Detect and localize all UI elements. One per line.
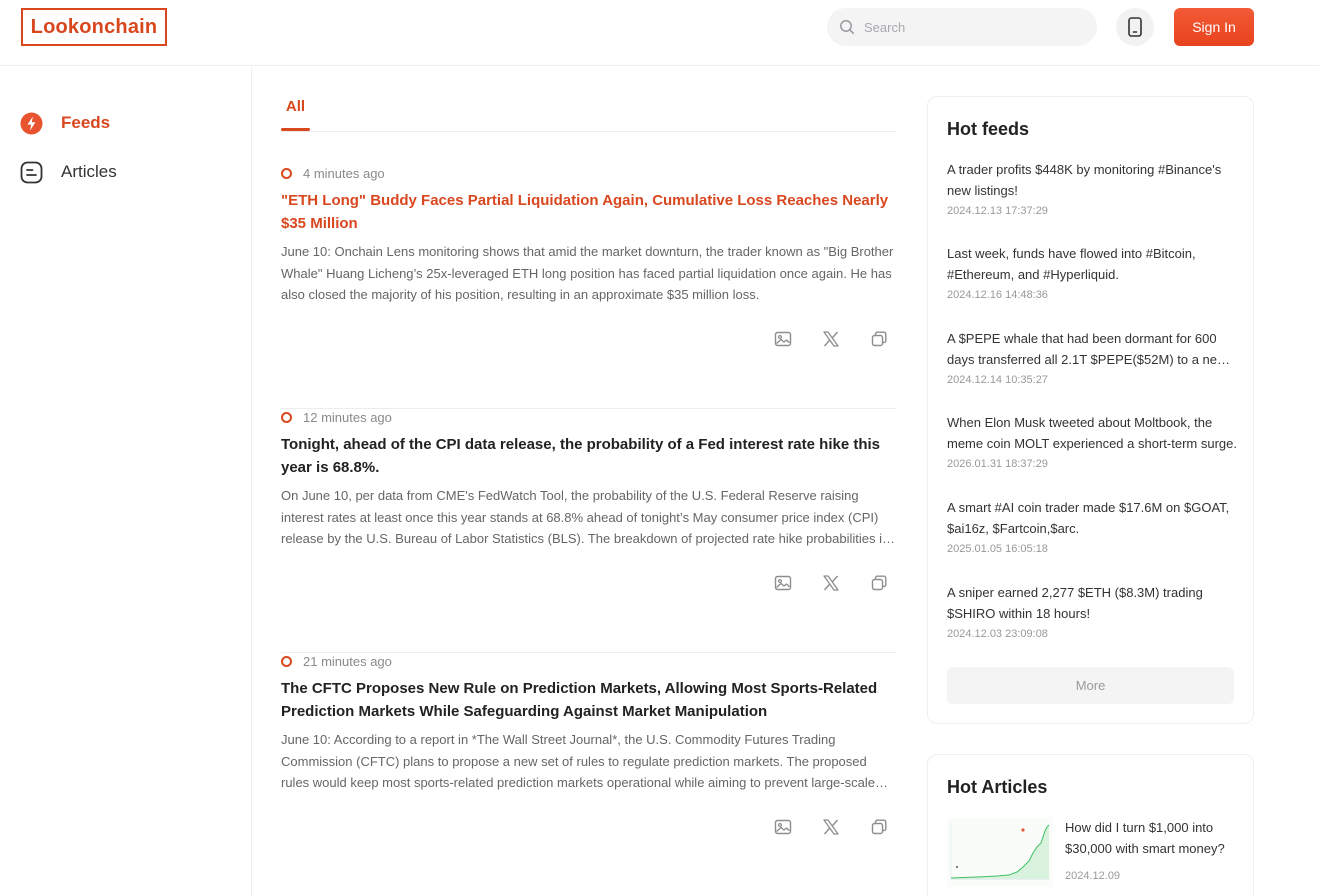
hot-feed-item[interactable]: When Elon Musk tweeted about Moltbook, t… (947, 412, 1237, 470)
more-button[interactable]: More (947, 667, 1234, 704)
copy-icon[interactable] (870, 330, 888, 348)
hot-feed-title[interactable]: A sniper earned 2,277 $ETH ($8.3M) tradi… (947, 582, 1237, 624)
feed-time: 21 minutes ago (303, 653, 392, 669)
active-tab-indicator (281, 128, 310, 131)
hot-feed-item[interactable]: A sniper earned 2,277 $ETH ($8.3M) tradi… (947, 582, 1237, 640)
hot-feed-item[interactable]: A $PEPE whale that had been dormant for … (947, 328, 1237, 386)
hot-articles-panel: Hot Articles How did I turn $1,000 into … (927, 754, 1254, 896)
copy-icon[interactable] (870, 574, 888, 592)
feed-body: June 10: According to a report in *The W… (281, 732, 875, 790)
feed-title[interactable]: Tonight, ahead of the CPI data release, … (281, 433, 896, 479)
mobile-app-button[interactable] (1116, 8, 1154, 46)
x-share-icon[interactable] (822, 818, 840, 836)
hot-articles-title: Hot Articles (947, 777, 1048, 797)
timeline-dot-icon (281, 411, 292, 423)
x-share-icon[interactable] (822, 574, 840, 592)
hot-feed-title[interactable]: A smart #AI coin trader made $17.6M on $… (947, 497, 1237, 539)
search-bar[interactable] (827, 8, 1097, 46)
left-sidebar: Feeds Articles (0, 67, 252, 896)
copy-icon[interactable] (870, 818, 888, 836)
phone-icon (1128, 17, 1142, 37)
image-icon[interactable] (774, 818, 792, 836)
feed-body: On June 10, per data from CME's FedWatch… (281, 488, 889, 546)
feed-title[interactable]: "ETH Long" Buddy Faces Partial Liquidati… (281, 189, 896, 235)
feed-actions (774, 574, 888, 592)
feed-item[interactable]: 4 minutes ago "ETH Long" Buddy Faces Par… (281, 165, 896, 409)
hot-feed-date: 2025.01.05 16:05:18 (947, 543, 1048, 555)
hot-feed-item[interactable]: Last week, funds have flowed into #Bitco… (947, 243, 1237, 301)
hot-feeds-title: Hot feeds (947, 119, 1030, 139)
hot-feed-date: 2026.01.31 18:37:29 (947, 458, 1048, 470)
tab-all[interactable]: All (281, 98, 310, 115)
search-icon (840, 20, 855, 35)
hot-article-title[interactable]: How did I turn $1,000 into $30,000 with … (1065, 817, 1235, 859)
lightning-icon (20, 112, 43, 135)
feed-item[interactable]: 12 minutes ago Tonight, ahead of the CPI… (281, 409, 896, 653)
chart-thumbnail-icon (950, 823, 1050, 880)
hot-feed-date: 2024.12.16 14:48:36 (947, 289, 1048, 301)
sign-in-button[interactable]: Sign In (1174, 8, 1254, 46)
sidebar-item-label: Feeds (61, 113, 111, 132)
feed-item[interactable]: 21 minutes ago The CFTC Proposes New Rul… (281, 653, 896, 896)
hot-feed-title[interactable]: When Elon Musk tweeted about Moltbook, t… (947, 412, 1237, 454)
hot-feed-title[interactable]: A trader profits $448K by monitoring #Bi… (947, 159, 1237, 201)
hot-feed-date: 2024.12.03 23:09:08 (947, 628, 1048, 640)
feed-time: 12 minutes ago (303, 409, 392, 425)
feed-title[interactable]: The CFTC Proposes New Rule on Prediction… (281, 677, 896, 723)
hot-article-date: 2024.12.09 (1065, 870, 1121, 882)
feed-time: 4 minutes ago (303, 165, 385, 181)
hot-feed-title[interactable]: A $PEPE whale that had been dormant for … (947, 328, 1237, 370)
timeline-dot-icon (281, 167, 292, 179)
timeline-dot-icon (281, 655, 292, 667)
image-icon[interactable] (774, 574, 792, 592)
site-logo[interactable]: Lookonchain (21, 8, 167, 46)
sidebar-item-label: Articles (61, 162, 117, 181)
hot-feed-item[interactable]: A trader profits $448K by monitoring #Bi… (947, 159, 1237, 217)
feed-actions (774, 818, 888, 836)
hot-feeds-panel: Hot feeds A trader profits $448K by moni… (927, 96, 1254, 724)
feed-actions (774, 330, 888, 348)
sidebar-item-feeds[interactable]: Feeds (20, 110, 110, 136)
top-header: Lookonchain Sign In (0, 0, 1319, 66)
feed-body: June 10: Onchain Lens monitoring shows t… (281, 244, 894, 302)
image-icon[interactable] (774, 330, 792, 348)
hot-feed-title[interactable]: Last week, funds have flowed into #Bitco… (947, 243, 1237, 285)
feed-time-row: 12 minutes ago (281, 409, 392, 425)
feed-tabs: All (281, 67, 896, 132)
hot-feed-item[interactable]: A smart #AI coin trader made $17.6M on $… (947, 497, 1237, 555)
x-share-icon[interactable] (822, 330, 840, 348)
article-icon (20, 161, 43, 184)
article-thumbnail[interactable] (947, 817, 1053, 887)
hot-feed-date: 2024.12.13 17:37:29 (947, 205, 1048, 217)
sidebar-item-articles[interactable]: Articles (20, 159, 117, 185)
feed-time-row: 4 minutes ago (281, 165, 385, 181)
hot-feed-date: 2024.12.14 10:35:27 (947, 374, 1048, 386)
search-input[interactable] (864, 19, 1084, 35)
feed-time-row: 21 minutes ago (281, 653, 392, 669)
